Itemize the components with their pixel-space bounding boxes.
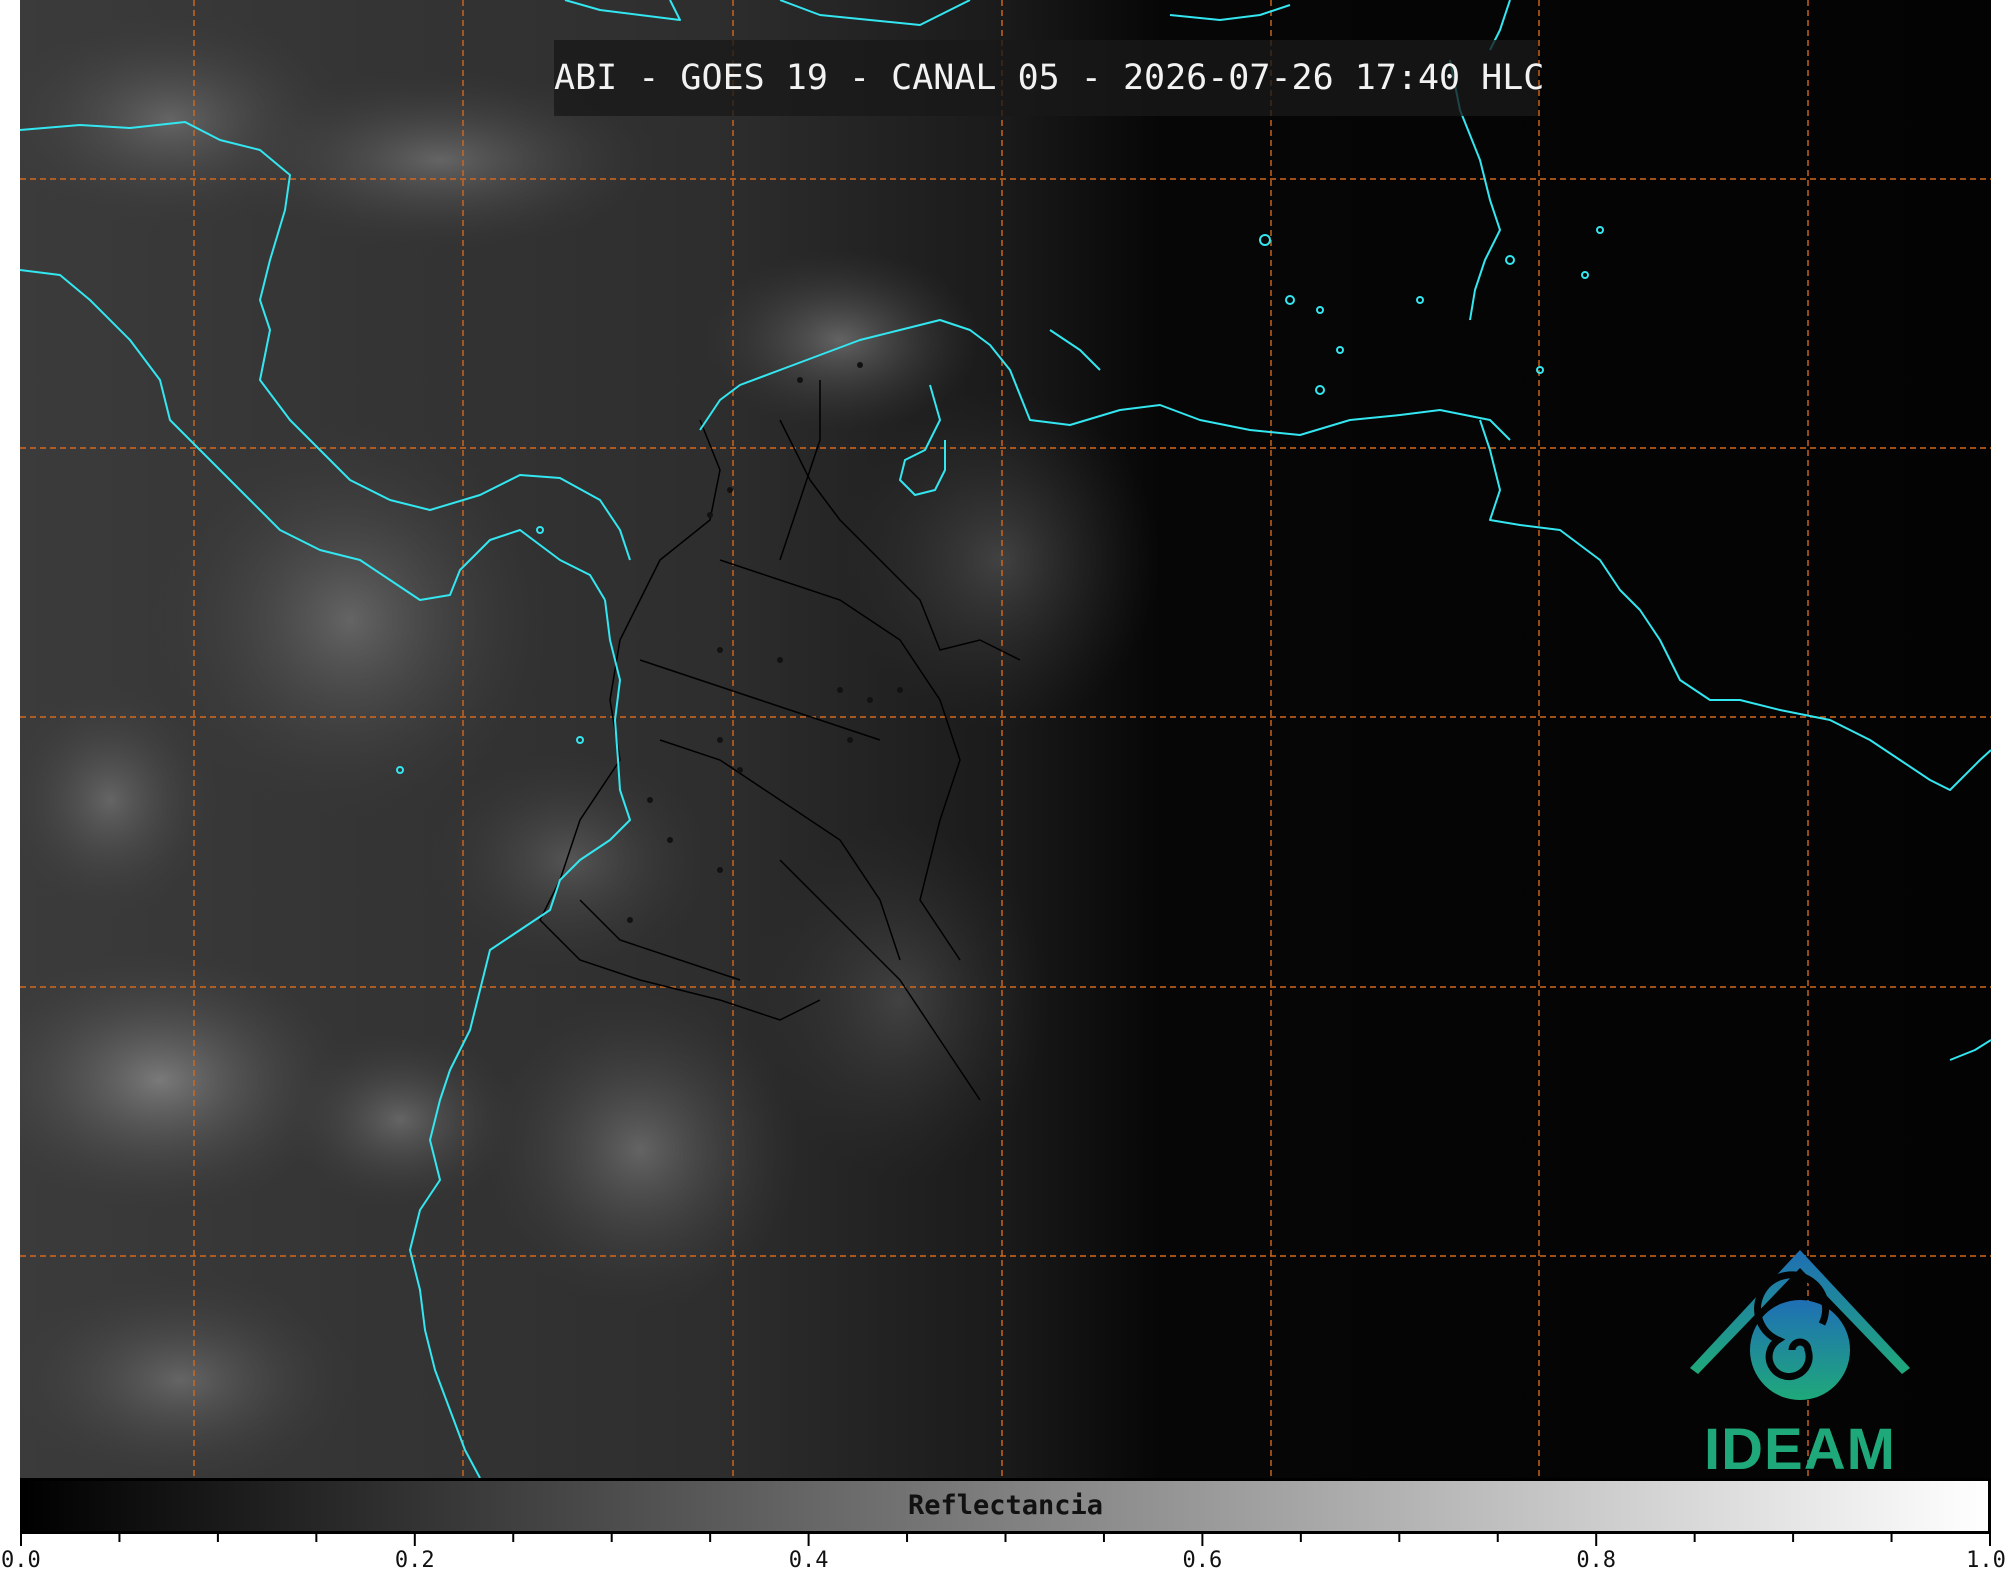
tick-label: 0.2 (394, 1548, 435, 1573)
tick-label: 1.0 (1966, 1548, 2006, 1573)
ideam-emblem-icon (1690, 1250, 1910, 1400)
image-title: ABI - GOES 19 - CANAL 05 - 2026-07-26 17… (554, 40, 1544, 116)
tick-label: 0.6 (1182, 1548, 1223, 1573)
colorbar-tick-marks (20, 1534, 1991, 1546)
tick-label: 0.4 (788, 1548, 829, 1573)
colorbar: Reflectancia (20, 1478, 1991, 1534)
satellite-image: ABI - GOES 19 - CANAL 05 - 2026-07-26 17… (20, 0, 1991, 1478)
tick-label: 0.8 (1576, 1548, 1617, 1573)
ideam-logo: IDEAM (1680, 1250, 1920, 1478)
colorbar-label: Reflectancia (907, 1490, 1104, 1521)
colorbar-ticks: 0.0 0.2 0.4 0.6 0.8 1.0 (1, 1534, 2006, 1577)
logo-text: IDEAM (1704, 1417, 1896, 1478)
tick-label: 0.0 (1, 1548, 41, 1573)
